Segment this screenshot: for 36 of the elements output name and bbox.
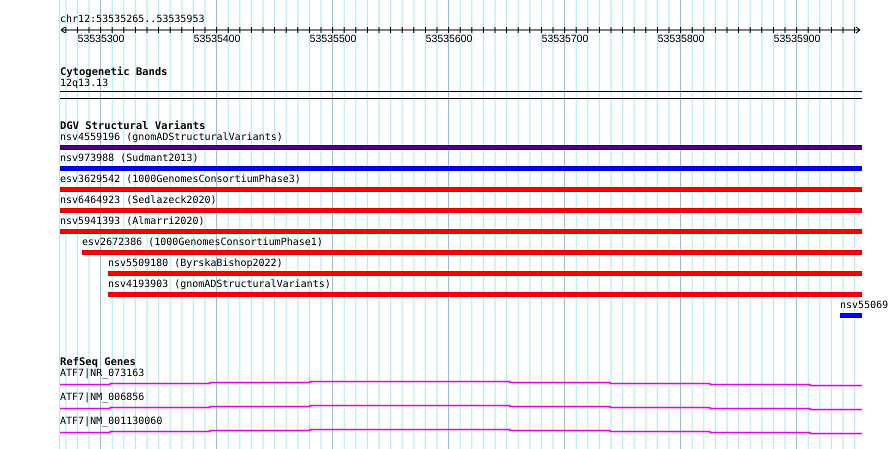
scale-label: 53535900 — [774, 34, 820, 45]
variant-label[interactable]: nsv4559196 (gnomADStructuralVariants) — [60, 132, 283, 144]
scale-label: 53535800 — [658, 34, 704, 45]
variant-label[interactable]: nsv973988 (Sudmant2013) — [60, 153, 198, 165]
variant-bar[interactable] — [60, 187, 862, 192]
scale-label: 53535400 — [194, 34, 240, 45]
band-label: 12q13.13 — [60, 78, 108, 90]
variant-label[interactable]: nsv5509180 (ByrskaBishop2022) — [108, 258, 283, 270]
variant-label[interactable]: nsv55069 — [840, 300, 888, 312]
variant-label[interactable]: nsv5941393 (Almarri2020) — [60, 216, 204, 228]
variant-bar[interactable] — [108, 292, 862, 297]
gene-line[interactable] — [60, 428, 862, 434]
variant-bar[interactable] — [60, 166, 862, 171]
gene-label[interactable]: ATF7|NR_073163 — [60, 368, 144, 380]
variant-bar[interactable] — [60, 208, 862, 213]
gene-line[interactable] — [60, 404, 862, 410]
location-label: chr12:53535265..53535953 — [60, 14, 204, 26]
scale-label: 53535600 — [426, 34, 472, 45]
scale-label: 53535700 — [542, 34, 588, 45]
scale-label: 53535500 — [310, 34, 356, 45]
variant-label[interactable]: nsv6464923 (Sedlazeck2020) — [60, 195, 217, 207]
gene-label[interactable]: ATF7|NM_006856 — [60, 392, 144, 404]
variant-label[interactable]: esv2672386 (1000GenomesConsortiumPhase1) — [82, 237, 323, 249]
variant-bar[interactable] — [60, 229, 862, 234]
gene-line[interactable] — [60, 380, 862, 386]
scale-label: 53535300 — [78, 34, 124, 45]
variant-bar[interactable] — [108, 271, 862, 276]
variant-label[interactable]: nsv4193903 (gnomADStructuralVariants) — [108, 279, 331, 291]
variant-bar[interactable] — [840, 313, 862, 318]
variant-bar[interactable] — [82, 250, 862, 255]
gene-label[interactable]: ATF7|NM_001130060 — [60, 416, 162, 428]
variant-bar[interactable] — [60, 145, 862, 150]
track-title: DGV Structural Variants — [60, 120, 206, 132]
track-title: Cytogenetic Bands — [60, 66, 168, 78]
variant-label[interactable]: esv3629542 (1000GenomesConsortiumPhase3) — [60, 174, 301, 186]
track-title: RefSeq Genes — [60, 356, 136, 368]
